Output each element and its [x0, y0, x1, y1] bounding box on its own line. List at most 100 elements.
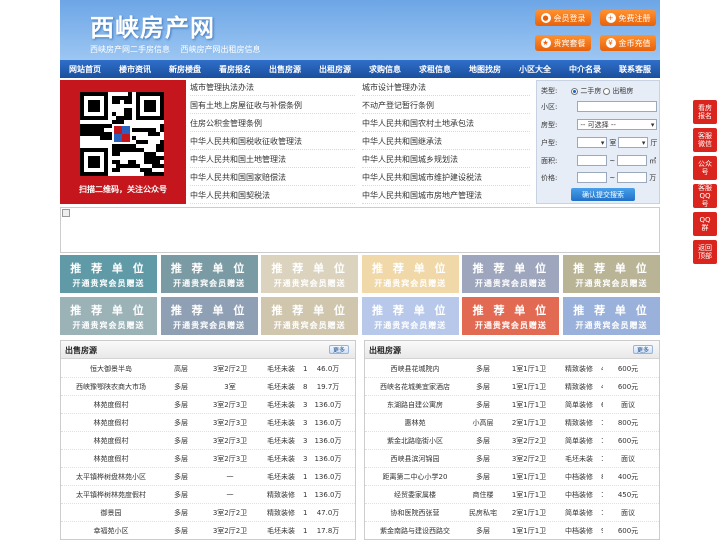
table-row[interactable]: 紫金北路临街小区多层3室2厅2卫简单装修130.00㎡600元: [365, 432, 659, 450]
cell-community[interactable]: 林苑度假村: [61, 396, 161, 414]
cell-community[interactable]: 西峡县花城院内: [365, 360, 465, 378]
sidebar-wechat-button[interactable]: 客服微信: [693, 128, 717, 152]
cell-community[interactable]: 林苑度假村: [61, 414, 161, 432]
vip-package-button[interactable]: ★ 贵宾套餐: [535, 35, 591, 51]
table-row[interactable]: 西峡县花城院内多层1室1厅1卫精致装修45.00㎡600元: [365, 360, 659, 378]
table-row[interactable]: 西峡县滨河锦园多层3室2厅2卫毛坯未装153.00㎡面议: [365, 450, 659, 468]
nav-item-7[interactable]: 求租信息: [410, 60, 460, 78]
recommend-unit-slot[interactable]: 推 荐 单 位开通贵宾会员赠送: [462, 297, 560, 335]
subtitle-secondhand[interactable]: 西峡房产网二手房信息: [90, 45, 170, 54]
cell-community[interactable]: 林苑度假村: [61, 450, 161, 468]
nav-item-4[interactable]: 出售房源: [260, 60, 310, 78]
law-link-right-4[interactable]: 中华人民共和国城乡规划法: [362, 152, 530, 168]
law-link-left-1[interactable]: 国有土地上房屋征收与补偿条例: [190, 98, 355, 114]
law-link-right-0[interactable]: 城市设计管理办法: [362, 80, 530, 96]
cell-community[interactable]: 距离第二中心小学20: [365, 468, 465, 486]
price-max-input[interactable]: [617, 172, 648, 183]
sidebar-back-to-top-button[interactable]: 返回顶部: [693, 240, 717, 264]
cell-community[interactable]: 紫金南路与建设西路交: [365, 522, 465, 539]
cell-community[interactable]: 协和医院西张营: [365, 504, 465, 522]
recommend-unit-slot[interactable]: 推 荐 单 位开通贵宾会员赠送: [361, 297, 459, 335]
recommend-unit-slot[interactable]: 推 荐 单 位开通贵宾会员赠送: [563, 297, 660, 335]
law-link-left-6[interactable]: 中华人民共和国契税法: [190, 188, 355, 204]
nav-item-5[interactable]: 出租房源: [310, 60, 360, 78]
law-link-right-1[interactable]: 不动产登记暂行条例: [362, 98, 530, 114]
ad-banner[interactable]: [60, 207, 660, 253]
table-row[interactable]: 东湖路自建公寓房多层1室1厅1卫简单装修60.00㎡面议: [365, 396, 659, 414]
table-row[interactable]: 御景园多层3室2厅2卫精致装修140.00㎡47.0万: [61, 504, 355, 522]
sidebar-qq-button[interactable]: 客服QQ号: [693, 184, 717, 208]
rent-more-button[interactable]: 更多: [633, 345, 653, 354]
cell-community[interactable]: 林苑度假村: [61, 432, 161, 450]
law-link-right-6[interactable]: 中华人民共和国城市房地产管理法: [362, 188, 530, 204]
recommend-unit-slot[interactable]: 推 荐 单 位开通贵宾会员赠送: [261, 255, 359, 293]
nav-item-0[interactable]: 网站首页: [60, 60, 110, 78]
table-row[interactable]: 林苑度假村多层3室2厅3卫毛坯未装300.00㎡136.0万: [61, 432, 355, 450]
table-row[interactable]: 惠林苑小高层2室1厅1卫精致装修110.00㎡800元: [365, 414, 659, 432]
coin-recharge-button[interactable]: ¥ 金币充值: [600, 35, 656, 51]
table-row[interactable]: 经贸委家属楼商住楼1室1厅1卫中档装修100.00㎡450元: [365, 486, 659, 504]
cell-community[interactable]: 惠林苑: [365, 414, 465, 432]
register-button[interactable]: + 免费注册: [600, 10, 656, 26]
law-link-right-2[interactable]: 中华人民共和国农村土地承包法: [362, 116, 530, 132]
cell-community[interactable]: 幸福苑小区: [61, 522, 161, 539]
table-row[interactable]: 太平镇桦树林苑度假村多层一精致装修150.00㎡136.0万: [61, 486, 355, 504]
nav-item-9[interactable]: 小区大全: [510, 60, 560, 78]
cell-community[interactable]: 太平镇桦树盘林苑小区: [61, 468, 161, 486]
nav-item-1[interactable]: 楼市资讯: [110, 60, 160, 78]
recommend-unit-slot[interactable]: 推 荐 单 位开通贵宾会员赠送: [361, 255, 459, 293]
recommend-unit-slot[interactable]: 推 荐 单 位开通贵宾会员赠送: [60, 255, 157, 293]
hall-count-select[interactable]: ▾: [618, 137, 649, 148]
subtitle-rental[interactable]: 西峡房产网出租房信息: [181, 45, 261, 54]
recommend-unit-slot[interactable]: 推 荐 单 位开通贵宾会员赠送: [160, 297, 258, 335]
cell-community[interactable]: 经贸委家属楼: [365, 486, 465, 504]
cell-community[interactable]: 西峡豫鄂陕农商大市场: [61, 378, 161, 396]
recommend-unit-slot[interactable]: 推 荐 单 位开通贵宾会员赠送: [563, 255, 660, 293]
site-title[interactable]: 西峡房产网: [90, 8, 215, 43]
cell-community[interactable]: 东湖路自建公寓房: [365, 396, 465, 414]
price-min-input[interactable]: [577, 172, 608, 183]
nav-item-6[interactable]: 求购信息: [360, 60, 410, 78]
recommend-unit-slot[interactable]: 推 荐 单 位开通贵宾会员赠送: [462, 255, 560, 293]
community-input[interactable]: [577, 101, 658, 112]
table-row[interactable]: 恒大御景半岛高层3室2厅2卫毛坯未装125.05㎡46.0万: [61, 360, 355, 378]
table-row[interactable]: 太平镇桦树盘林苑小区多层一毛坯未装150.00㎡136.0万: [61, 468, 355, 486]
nav-item-3[interactable]: 看房报名: [210, 60, 260, 78]
table-row[interactable]: 林苑度假村多层3室2厅3卫毛坯未装300.00㎡136.0万: [61, 450, 355, 468]
recommend-unit-slot[interactable]: 推 荐 单 位开通贵宾会员赠送: [60, 297, 157, 335]
cell-community[interactable]: 紫金北路临街小区: [365, 432, 465, 450]
recommend-unit-slot[interactable]: 推 荐 单 位开通贵宾会员赠送: [261, 297, 359, 335]
sidebar-qq-group-button[interactable]: QQ群: [693, 212, 717, 236]
cell-community[interactable]: 恒大御景半岛: [61, 360, 161, 378]
law-link-left-3[interactable]: 中华人民共和国税收征收管理法: [190, 134, 355, 150]
table-row[interactable]: 距离第二中心小学20多层1室1厅1卫中档装修80.00㎡400元: [365, 468, 659, 486]
table-row[interactable]: 林苑度假村多层3室2厅3卫毛坯未装300.00㎡136.0万: [61, 414, 355, 432]
sidebar-calendar-button[interactable]: 看房报名: [693, 100, 717, 124]
table-row[interactable]: 协和医院西张营民房私宅2室1厅1卫简单装修100.00㎡面议: [365, 504, 659, 522]
nav-item-11[interactable]: 联系客服: [610, 60, 660, 78]
table-row[interactable]: 幸福苑小区多层3室2厅2卫毛坯未装142.00㎡17.8万: [61, 522, 355, 539]
cell-community[interactable]: 西峡名花城美宜家酒店: [365, 378, 465, 396]
login-button[interactable]: ● 会员登录: [535, 10, 591, 26]
cell-community[interactable]: 太平镇桦树林苑度假村: [61, 486, 161, 504]
room-count-select[interactable]: ▾: [577, 137, 608, 148]
table-row[interactable]: 西峡名花城美宜家酒店多层1室1厅1卫精致装修45.00㎡600元: [365, 378, 659, 396]
sidebar-official-account-button[interactable]: 公众号: [693, 156, 717, 180]
table-row[interactable]: 西峡豫鄂陕农商大市场多层3室毛坯未装81.97㎡19.7万: [61, 378, 355, 396]
law-link-left-0[interactable]: 城市管理执法办法: [190, 80, 355, 96]
law-link-right-5[interactable]: 中华人民共和国城市维护建设税法: [362, 170, 530, 186]
recommend-unit-slot[interactable]: 推 荐 单 位开通贵宾会员赠送: [160, 255, 258, 293]
table-row[interactable]: 紫金南路与建设西路交多层1室1厅1卫中档装修90.00㎡600元: [365, 522, 659, 539]
type-radio-rental[interactable]: [603, 87, 611, 95]
law-link-left-2[interactable]: 住房公积金管理条例: [190, 116, 355, 132]
area-max-input[interactable]: [617, 155, 648, 166]
search-submit-button[interactable]: 确认提交搜索: [571, 188, 635, 201]
law-link-left-5[interactable]: 中华人民共和国国家赔偿法: [190, 170, 355, 186]
law-link-right-3[interactable]: 中华人民共和国继承法: [362, 134, 530, 150]
law-link-left-4[interactable]: 中华人民共和国土地管理法: [190, 152, 355, 168]
nav-item-10[interactable]: 中介名录: [560, 60, 610, 78]
table-row[interactable]: 林苑度假村多层3室2厅3卫毛坯未装300.00㎡136.0万: [61, 396, 355, 414]
nav-item-8[interactable]: 地图找房: [460, 60, 510, 78]
layout-select[interactable]: -- 可选择 -- ▾: [577, 119, 658, 130]
nav-item-2[interactable]: 新房楼盘: [160, 60, 210, 78]
